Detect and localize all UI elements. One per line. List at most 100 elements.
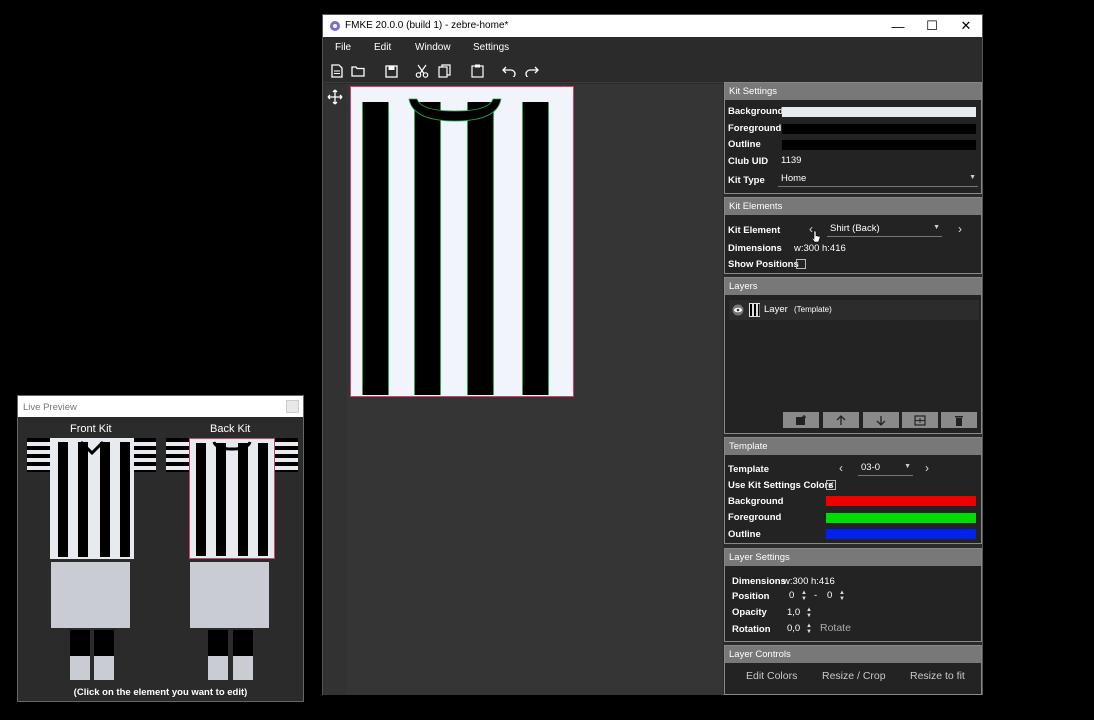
- front-left-sleeve[interactable]: [27, 438, 50, 472]
- front-shorts[interactable]: [51, 562, 130, 628]
- chevron-down-icon: ▼: [933, 224, 940, 231]
- next-element-button[interactable]: ›: [958, 222, 962, 236]
- shirt-stripe: [467, 102, 494, 395]
- shirt-stripe: [216, 443, 226, 556]
- layers-panel: Layers Layer (Template): [724, 277, 982, 434]
- preview-close-button[interactable]: [286, 400, 299, 413]
- merge-layers-button[interactable]: [902, 412, 938, 428]
- paste-icon[interactable]: [469, 63, 485, 79]
- back-right-sock[interactable]: [233, 630, 253, 656]
- template-select[interactable]: 03-0 ▼: [858, 462, 913, 476]
- layer-settings-header: Layer Settings: [725, 549, 981, 566]
- menu-window[interactable]: Window: [415, 42, 451, 53]
- menu-file[interactable]: File: [335, 42, 351, 53]
- front-shirt[interactable]: [50, 438, 134, 559]
- next-template-button[interactable]: ›: [925, 461, 929, 475]
- resize-to-fit-button[interactable]: Resize to fit: [910, 670, 965, 682]
- front-right-sock[interactable]: [94, 630, 114, 656]
- layer-dimensions-label: Dimensions: [732, 576, 786, 587]
- opacity-input[interactable]: 1,0: [787, 607, 800, 618]
- back-kit-label: Back Kit: [210, 423, 251, 435]
- open-folder-icon[interactable]: [350, 63, 366, 79]
- rotation-input[interactable]: 0,0: [787, 623, 800, 634]
- app-icon: [330, 21, 340, 31]
- template-foreground-swatch[interactable]: [826, 513, 976, 523]
- use-kit-colors-checkbox[interactable]: ✓: [826, 480, 836, 490]
- menu-edit[interactable]: Edit: [374, 42, 391, 53]
- back-right-sleeve[interactable]: [275, 438, 298, 472]
- background-color-swatch[interactable]: [782, 107, 976, 117]
- minimize-button[interactable]: —: [881, 15, 915, 37]
- merge-icon: [914, 414, 926, 426]
- new-file-icon[interactable]: [329, 63, 345, 79]
- delete-layer-button[interactable]: [941, 412, 977, 428]
- shirt-stripe: [196, 443, 206, 556]
- position-x-stepper[interactable]: ▲ ▼: [801, 590, 808, 602]
- eye-icon[interactable]: [732, 304, 744, 316]
- tool-strip: [323, 84, 347, 695]
- front-right-sleeve[interactable]: [133, 438, 156, 472]
- shirt-stripe: [522, 102, 549, 395]
- kit-type-select[interactable]: Home ▼: [778, 173, 978, 187]
- back-left-sleeve[interactable]: [166, 438, 189, 472]
- back-right-sock-bottom[interactable]: [233, 656, 253, 680]
- arrow-up-icon: [836, 414, 846, 425]
- move-tool-icon[interactable]: [327, 89, 343, 108]
- background-label: Background: [728, 106, 784, 117]
- resize-crop-button[interactable]: Resize / Crop: [822, 670, 886, 682]
- position-x-input[interactable]: 0: [789, 590, 794, 601]
- front-collar: [80, 441, 104, 455]
- kit-element-value: Shirt (Back): [830, 223, 880, 234]
- front-left-sock[interactable]: [70, 630, 90, 656]
- maximize-button[interactable]: ☐: [915, 15, 949, 37]
- show-positions-checkbox[interactable]: [796, 259, 806, 269]
- foreground-color-swatch[interactable]: [782, 124, 976, 134]
- kit-element-select[interactable]: Shirt (Back) ▼: [827, 223, 942, 237]
- club-uid-label: Club UID: [728, 156, 769, 167]
- foreground-label: Foreground: [728, 123, 782, 134]
- position-label: Position: [732, 591, 770, 602]
- trash-icon: [955, 415, 963, 426]
- menu-bar: File Edit Window Settings: [323, 37, 982, 59]
- shirt-stripe: [58, 442, 68, 557]
- template-background-swatch[interactable]: [826, 496, 976, 506]
- kit-type-value: Home: [781, 173, 807, 184]
- back-left-sock[interactable]: [208, 630, 228, 656]
- template-label: Template: [728, 464, 770, 475]
- rotate-button[interactable]: Rotate: [820, 622, 851, 634]
- front-right-sock-bottom[interactable]: [94, 656, 114, 680]
- rotation-stepper[interactable]: ▲ ▼: [806, 623, 813, 635]
- back-shorts[interactable]: [190, 562, 269, 628]
- shirt-collar: [408, 98, 502, 122]
- club-uid-value[interactable]: 1139: [781, 155, 801, 166]
- layer-controls-panel: Layer Controls Edit Colors Resize / Crop…: [724, 645, 982, 695]
- close-button[interactable]: ✕: [949, 15, 983, 37]
- move-layer-up-button[interactable]: [823, 412, 859, 428]
- undo-icon[interactable]: [501, 63, 517, 79]
- save-icon[interactable]: [383, 63, 399, 79]
- main-window: FMKE 20.0.0 (build 1) - zebre-home* — ☐ …: [322, 14, 983, 695]
- edit-colors-button[interactable]: Edit Colors: [746, 670, 797, 682]
- move-layer-down-button[interactable]: [863, 412, 899, 428]
- position-y-input[interactable]: 0: [827, 590, 832, 601]
- outline-label: Outline: [728, 139, 761, 150]
- menu-settings[interactable]: Settings: [473, 42, 509, 53]
- template-outline-swatch[interactable]: [826, 529, 976, 539]
- previous-template-button[interactable]: ‹: [839, 461, 843, 475]
- copy-icon[interactable]: [436, 63, 452, 79]
- front-left-sock-bottom[interactable]: [70, 656, 90, 680]
- back-left-sock-bottom[interactable]: [208, 656, 228, 680]
- use-kit-colors-label: Use Kit Settings Colors: [728, 480, 834, 491]
- list-item[interactable]: Layer (Template): [729, 300, 979, 320]
- redo-icon[interactable]: [524, 63, 540, 79]
- kit-canvas-shirt-back[interactable]: [350, 86, 574, 397]
- back-shirt[interactable]: [189, 438, 275, 559]
- editor-canvas-area[interactable]: [347, 84, 723, 695]
- position-y-stepper[interactable]: ▲ ▼: [839, 590, 846, 602]
- cut-icon[interactable]: [414, 63, 430, 79]
- add-layer-button[interactable]: [783, 412, 819, 428]
- opacity-stepper[interactable]: ▲ ▼: [806, 607, 813, 619]
- template-panel: Template Template ‹ 03-0 ▼ › Use Kit Set…: [724, 437, 982, 544]
- template-header: Template: [725, 438, 981, 455]
- outline-color-swatch[interactable]: [782, 140, 976, 150]
